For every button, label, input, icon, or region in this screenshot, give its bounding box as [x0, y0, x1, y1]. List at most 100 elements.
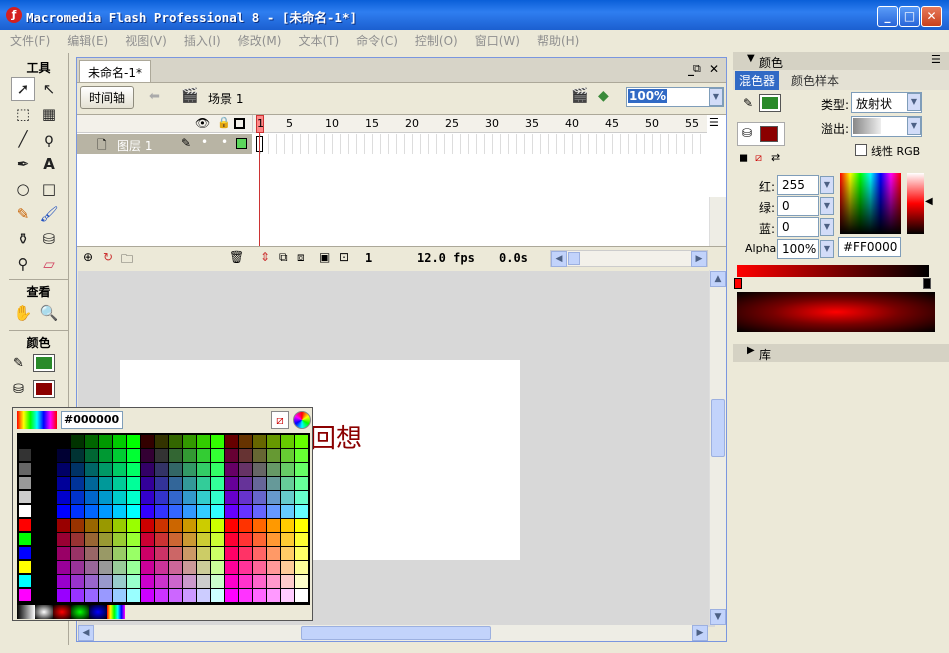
swatch-cell[interactable]: [19, 449, 31, 461]
swatch-cell[interactable]: [141, 449, 154, 462]
swatch-cell[interactable]: [239, 533, 252, 546]
swatch-cell[interactable]: [19, 435, 31, 447]
swatch-cell[interactable]: [295, 575, 308, 588]
swatch-cell[interactable]: [253, 435, 266, 448]
swatch-cell[interactable]: [295, 589, 308, 602]
swatch-cell[interactable]: [113, 491, 126, 504]
swatch-cell[interactable]: [99, 477, 112, 490]
swatch-cell[interactable]: [211, 449, 224, 462]
swatch-cell[interactable]: [99, 449, 112, 462]
swatch-cell[interactable]: [71, 449, 84, 462]
swatch-cell[interactable]: [19, 561, 31, 573]
swatch-cell[interactable]: [99, 435, 112, 448]
stage-hscroll-thumb[interactable]: [301, 626, 491, 640]
swatch-cell[interactable]: [211, 561, 224, 574]
swatch-cell[interactable]: [239, 575, 252, 588]
swatch-cell[interactable]: [85, 561, 98, 574]
swatch-cell[interactable]: [281, 505, 294, 518]
swatch-cell[interactable]: [85, 533, 98, 546]
swatch-cell[interactable]: [267, 547, 280, 560]
swatch-cell[interactable]: [99, 561, 112, 574]
stage-hscroll[interactable]: ◀ ▶: [78, 625, 708, 641]
doc-restore-icon[interactable]: ⧉: [693, 62, 701, 76]
swatch-cell[interactable]: [225, 463, 238, 476]
stage-vscroll-thumb[interactable]: [711, 399, 725, 457]
add-guide-icon[interactable]: ↻: [103, 250, 113, 264]
swatch-cell[interactable]: [71, 547, 84, 560]
swatch-cell[interactable]: [71, 519, 84, 532]
layer-outline-color[interactable]: [236, 138, 247, 149]
swatch-cell[interactable]: [239, 519, 252, 532]
blue-dropdown-icon[interactable]: ▼: [820, 218, 834, 236]
swatch-cell[interactable]: [239, 449, 252, 462]
stage-scroll-left-arrow[interactable]: ◀: [78, 625, 94, 641]
swatch-cell[interactable]: [253, 589, 266, 602]
swatch-cell[interactable]: [141, 547, 154, 560]
swatch-cell[interactable]: [127, 449, 140, 462]
subselect-tool-icon[interactable]: ↖: [37, 77, 61, 101]
layer-frames[interactable]: [253, 134, 707, 154]
swatch-cell[interactable]: [127, 547, 140, 560]
delete-layer-icon[interactable]: 🗑: [229, 250, 244, 264]
menu-control[interactable]: 控制(O): [405, 30, 465, 49]
swatch-cell[interactable]: [155, 575, 168, 588]
green-dropdown-icon[interactable]: ▼: [820, 197, 834, 215]
document-tab[interactable]: 未命名-1*: [79, 60, 151, 82]
color-panel-header[interactable]: ▼ 颜色 ☰: [733, 52, 949, 70]
swatch-cell[interactable]: [113, 477, 126, 490]
menu-view[interactable]: 视图(V): [115, 30, 174, 49]
brush-tool-icon[interactable]: 🖌: [37, 202, 61, 226]
swatch-cell[interactable]: [57, 505, 70, 518]
swatch-cell[interactable]: [169, 505, 182, 518]
swatch-cell[interactable]: [239, 491, 252, 504]
swatch-cell[interactable]: [57, 575, 70, 588]
swatch-cell[interactable]: [169, 435, 182, 448]
swatch-cell[interactable]: [281, 561, 294, 574]
swatch-cell[interactable]: [197, 561, 210, 574]
swatch-cell[interactable]: [99, 589, 112, 602]
swatch-cell[interactable]: [239, 547, 252, 560]
swatch-cell[interactable]: [127, 477, 140, 490]
maximize-button[interactable]: □: [899, 6, 920, 27]
swatch-cell[interactable]: [211, 519, 224, 532]
swatch-cell[interactable]: [169, 491, 182, 504]
rectangle-tool-icon[interactable]: □: [37, 177, 61, 201]
swatch-cell[interactable]: [281, 435, 294, 448]
swatch-cell[interactable]: [71, 561, 84, 574]
swatch-cell[interactable]: [197, 463, 210, 476]
swatch-cell[interactable]: [183, 505, 196, 518]
fill-type-select[interactable]: 放射状 ▼: [851, 92, 922, 113]
swatch-cell[interactable]: [155, 449, 168, 462]
swatch-cell[interactable]: [127, 533, 140, 546]
overflow-dropdown-icon[interactable]: ▼: [907, 117, 921, 135]
swatch-cell[interactable]: [113, 449, 126, 462]
swatch-cell[interactable]: [225, 519, 238, 532]
stage-scroll-down-arrow[interactable]: ▼: [710, 609, 726, 625]
swatch-cell[interactable]: [19, 589, 31, 601]
swatch-cell[interactable]: [169, 449, 182, 462]
swatch-cell[interactable]: [253, 575, 266, 588]
swatch-cell[interactable]: [183, 477, 196, 490]
swatch-hex-input[interactable]: #000000: [61, 411, 123, 429]
menu-file[interactable]: 文件(F): [0, 30, 57, 49]
timeline-hscroll[interactable]: ◀ ▶: [550, 250, 708, 267]
eyedropper-tool-icon[interactable]: ⚲: [11, 252, 35, 276]
lock-icon[interactable]: 🔒: [217, 116, 231, 129]
swatch-cell[interactable]: [183, 561, 196, 574]
swatch-cell[interactable]: [197, 575, 210, 588]
swatch-cell[interactable]: [99, 575, 112, 588]
green-input[interactable]: 0: [777, 196, 819, 216]
expand-arrow-icon[interactable]: ▶: [747, 345, 755, 356]
swatch-cell[interactable]: [197, 435, 210, 448]
swatch-cell[interactable]: [295, 519, 308, 532]
swatch-cell[interactable]: [267, 449, 280, 462]
stage-scroll-up-arrow[interactable]: ▲: [710, 271, 726, 287]
swatch-cell[interactable]: [267, 575, 280, 588]
swatch-cell[interactable]: [281, 477, 294, 490]
swatch-cell[interactable]: [99, 463, 112, 476]
swatch-cell[interactable]: [239, 505, 252, 518]
swatch-cell[interactable]: [211, 533, 224, 546]
swatch-cell[interactable]: [85, 463, 98, 476]
swatch-cell[interactable]: [141, 505, 154, 518]
swatch-cell[interactable]: [57, 491, 70, 504]
